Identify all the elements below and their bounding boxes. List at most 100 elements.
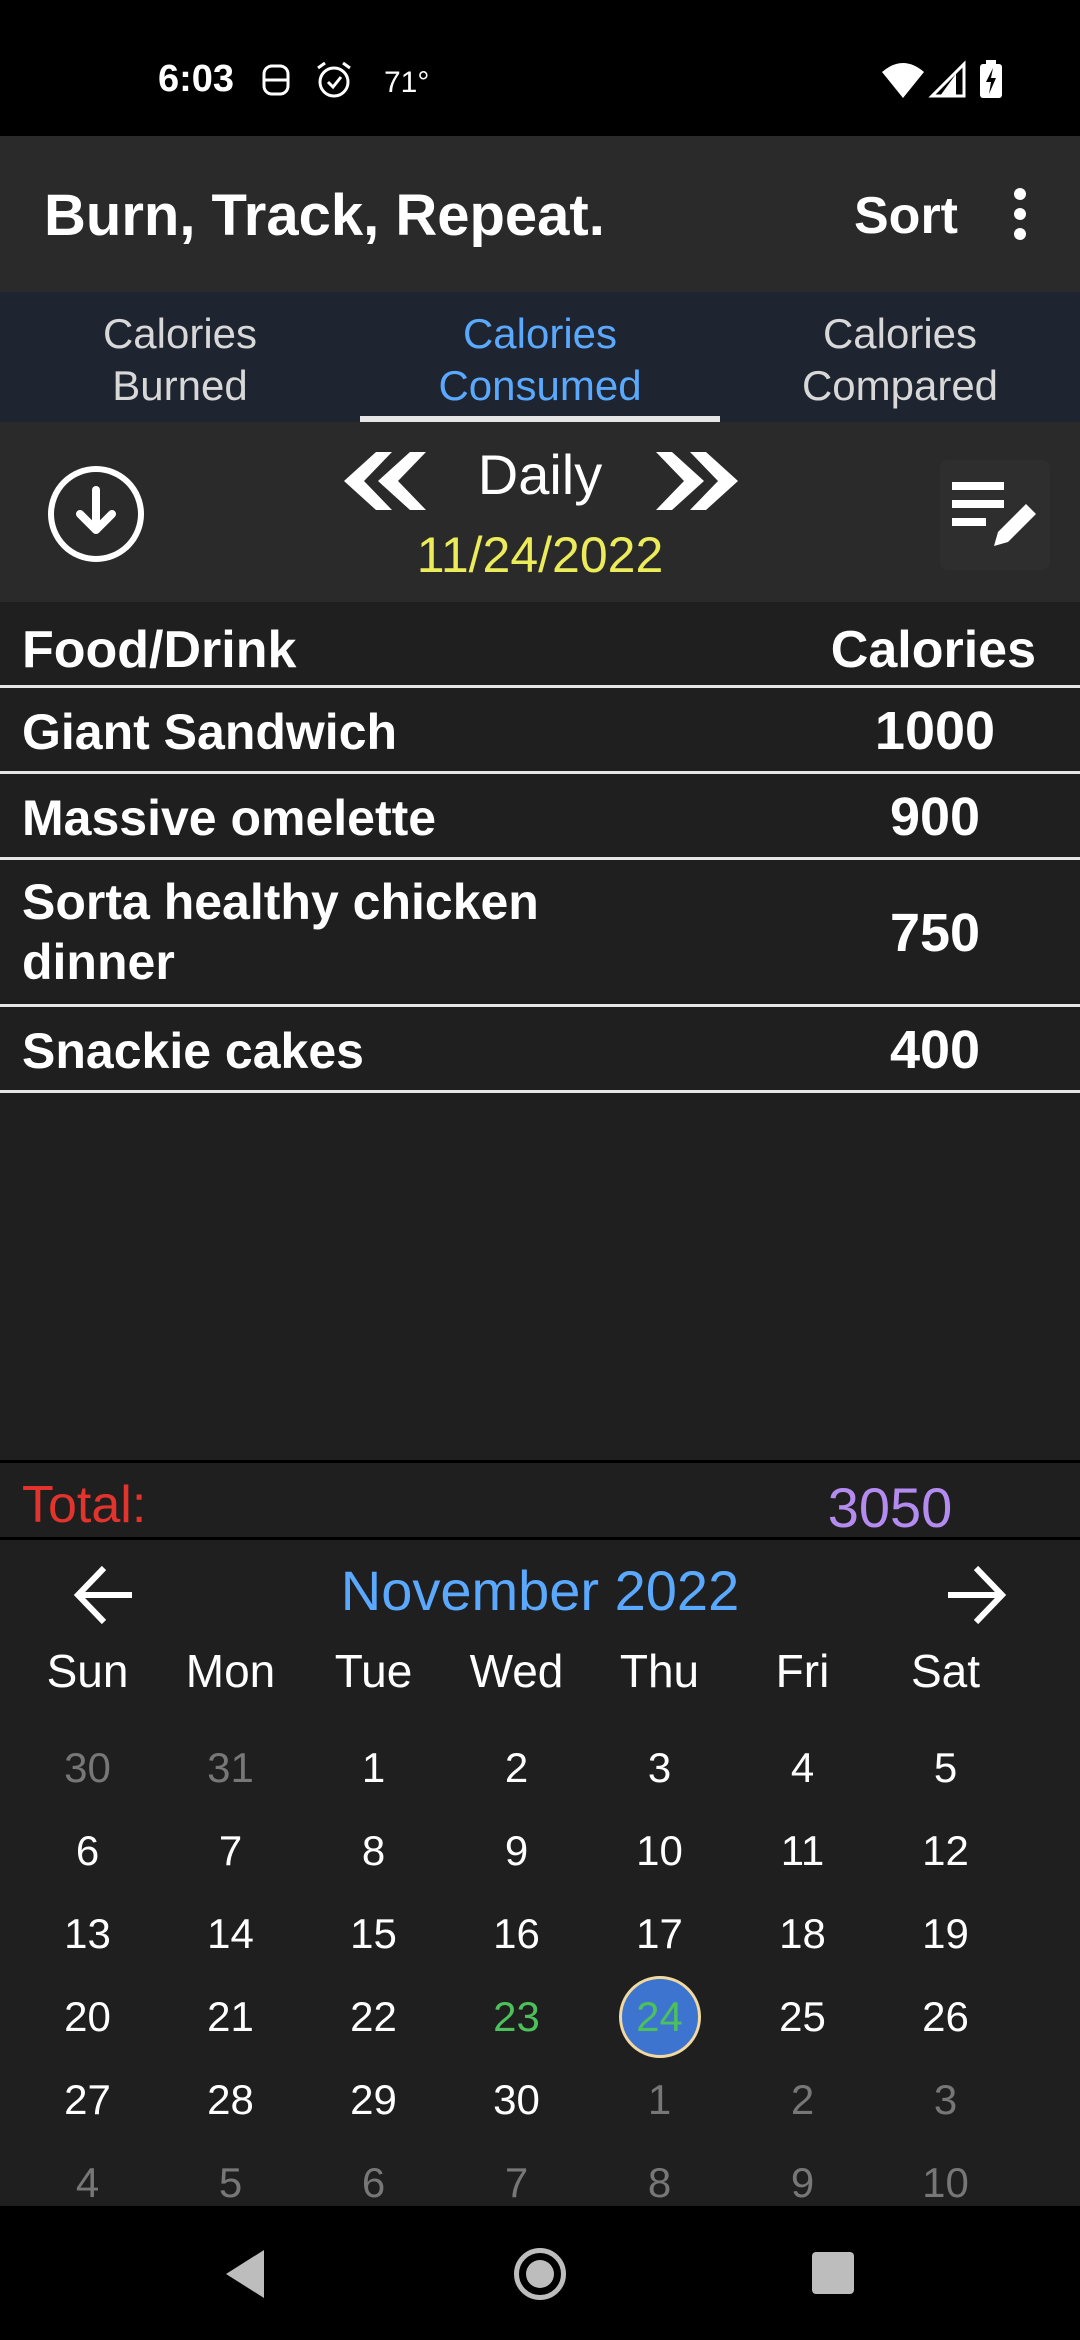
tab-bar: Calories Burned Calories Consumed Calori… (0, 292, 1080, 422)
calendar-day-number: 22 (350, 1992, 397, 2040)
calendar-day[interactable]: 16 (445, 1892, 588, 1975)
calendar-day[interactable]: 8 (302, 1809, 445, 1892)
signal-icon (928, 60, 966, 98)
calendar-day-number: 2 (790, 2075, 815, 2123)
arrow-right-icon[interactable] (940, 1560, 1010, 1630)
weekday-label: Sat (910, 1645, 981, 1697)
calendar-day[interactable]: 12 (874, 1809, 1017, 1892)
calendar-day-number: 7 (504, 2158, 529, 2206)
calendar-day[interactable]: 19 (874, 1892, 1017, 1975)
double-chevron-left-icon[interactable] (336, 446, 426, 516)
calendar-day-number: 1 (647, 2075, 672, 2123)
app-bar: Burn, Track, Repeat. Sort (0, 136, 1080, 292)
calendar-day[interactable]: 18 (731, 1892, 874, 1975)
calendar-day-number: 5 (218, 2158, 243, 2206)
food-table: Food/Drink Calories Giant Sandwich 1000 … (0, 602, 1080, 1460)
calendar-day[interactable]: 23 (445, 1975, 588, 2058)
calendar-day[interactable]: 21 (159, 1975, 302, 2058)
calendar-day[interactable]: 30 (445, 2058, 588, 2141)
calendar-day-number: 9 (790, 2158, 815, 2206)
calendar-day-number: 25 (779, 1992, 826, 2040)
calendar-day[interactable]: 9 (445, 1809, 588, 1892)
weekday-label: Wed (469, 1645, 564, 1697)
alarm-icon (317, 61, 351, 98)
calendar-day[interactable]: 27 (16, 2058, 159, 2141)
calendar-day-number: 19 (922, 1909, 969, 1957)
calendar-day[interactable]: 13 (16, 1892, 159, 1975)
table-row[interactable]: Snackie cakes 400 (0, 1007, 1080, 1093)
calendar-day-number: 6 (75, 1826, 100, 1874)
edit-list-button[interactable] (940, 460, 1050, 570)
calendar-day[interactable]: 28 (159, 2058, 302, 2141)
tab-calories-compared[interactable]: Calories Compared (720, 292, 1080, 422)
calendar-day[interactable]: 10 (588, 1809, 731, 1892)
period-label: Daily (477, 443, 603, 506)
food-name: Massive omelette (22, 790, 437, 846)
tab-calories-burned[interactable]: Calories Burned (0, 292, 360, 422)
calendar-day[interactable]: 25 (731, 1975, 874, 2058)
calendar-day[interactable]: 7 (159, 1809, 302, 1892)
calendar-day-number: 26 (922, 1992, 969, 2040)
calendar-day[interactable]: 5 (874, 1726, 1017, 1809)
calendar-day[interactable]: 1 (588, 2058, 731, 2141)
calendar-day[interactable]: 22 (302, 1975, 445, 2058)
calendar-day[interactable]: 15 (302, 1892, 445, 1975)
recents-icon[interactable] (812, 2252, 854, 2294)
sort-button[interactable]: Sort (854, 186, 958, 246)
calendar-day[interactable]: 2 (731, 2058, 874, 2141)
calendar-day[interactable]: 2 (445, 1726, 588, 1809)
calendar-day-number: 8 (647, 2158, 672, 2206)
selected-date[interactable]: 11/24/2022 (340, 526, 740, 584)
food-name: Snackie cakes (22, 1023, 364, 1079)
calendar-day-number: 21 (207, 1992, 254, 2040)
calendar-day[interactable]: 20 (16, 1975, 159, 2058)
calendar-day[interactable]: 3 (874, 2058, 1017, 2141)
home-icon[interactable] (514, 2248, 566, 2300)
calendar-day[interactable]: 11 (731, 1809, 874, 1892)
calendar-day[interactable]: 30 (16, 1726, 159, 1809)
edit-list-icon (952, 482, 1036, 546)
food-calories: 400 (889, 1020, 981, 1080)
weekday-label: Sun (46, 1645, 129, 1697)
calendar-day-number: 31 (207, 1743, 254, 1791)
more-options-icon[interactable] (1000, 188, 1040, 248)
download-button[interactable] (48, 466, 144, 562)
calendar-day[interactable]: 14 (159, 1892, 302, 1975)
calendar-day-number: 7 (218, 1826, 243, 1874)
calendar-day[interactable]: 6 (16, 1809, 159, 1892)
calendar-day[interactable]: 26 (874, 1975, 1017, 2058)
wifi-icon (882, 63, 924, 98)
table-row[interactable]: Giant Sandwich 1000 (0, 688, 1080, 774)
calendar: November 2022 Sun Mon Tue Wed Thu Fri Sat 30 31… (0, 1540, 1080, 2206)
calendar-day-number: 1 (361, 1743, 386, 1791)
food-calories: 1000 (874, 701, 996, 761)
table-row[interactable]: Massive omelette 900 (0, 774, 1080, 860)
calendar-day[interactable]: 1 (302, 1726, 445, 1809)
weekday-label: Thu (619, 1645, 700, 1697)
calendar-day[interactable]: 4 (731, 1726, 874, 1809)
food-calories: 900 (889, 787, 981, 847)
total-bar: Total: 3050 (0, 1460, 1080, 1540)
total-label: Total: (22, 1476, 147, 1534)
tab-calories-consumed[interactable]: Calories Consumed (360, 292, 720, 422)
calendar-day-number: 16 (493, 1909, 540, 1957)
calendar-day[interactable]: 3 (588, 1726, 731, 1809)
total-value: 3050 (827, 1476, 953, 1539)
calendar-day-selected[interactable]: 24 (588, 1975, 731, 2058)
food-name: Sorta healthy chicken dinner (22, 874, 539, 990)
calendar-day-number: 30 (64, 1743, 111, 1791)
double-chevron-right-icon[interactable] (656, 446, 746, 516)
calendar-day[interactable]: 31 (159, 1726, 302, 1809)
arrow-left-icon[interactable] (70, 1560, 140, 1630)
table-row[interactable]: Sorta healthy chicken dinner 750 (0, 860, 1080, 1007)
weekday-label: Fri (775, 1645, 830, 1697)
calendar-day-number: 3 (933, 2075, 958, 2123)
weekday-label: Tue (334, 1645, 413, 1697)
calendar-day[interactable]: 29 (302, 2058, 445, 2141)
calendar-day-number: 14 (207, 1909, 254, 1957)
status-temperature: 71° (384, 66, 430, 99)
calendar-day[interactable]: 17 (588, 1892, 731, 1975)
status-time: 6:03 (158, 58, 235, 100)
calendar-day-number: 9 (504, 1826, 529, 1874)
back-icon[interactable] (220, 2246, 270, 2302)
